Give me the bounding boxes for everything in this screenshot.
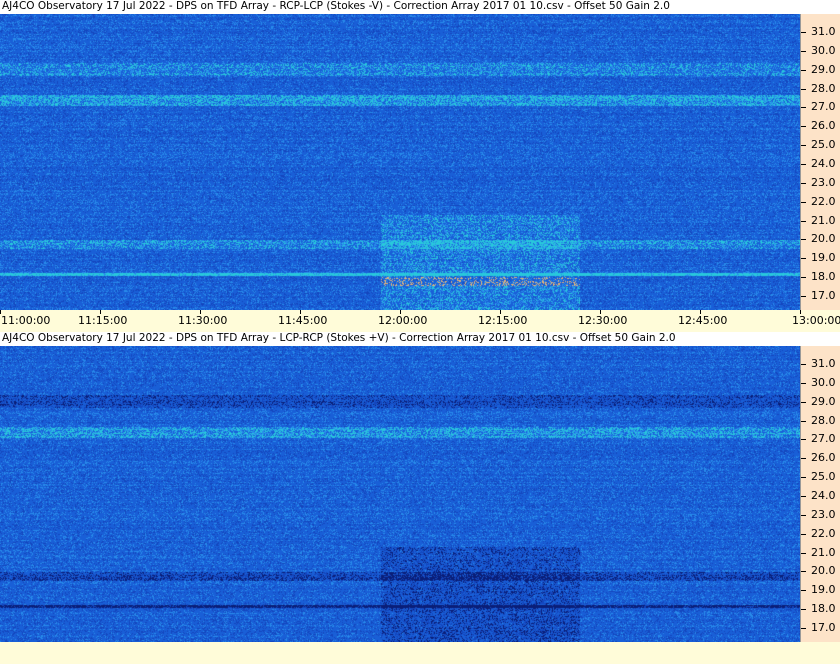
frequency-label: 19.0 bbox=[811, 583, 836, 597]
frequency-tick bbox=[801, 296, 806, 297]
frequency-label: 23.0 bbox=[811, 507, 836, 521]
frequency-tick bbox=[801, 145, 806, 147]
frequency-label: 27.0 bbox=[811, 100, 836, 114]
frequency-tick bbox=[801, 533, 806, 535]
frequency-tick bbox=[801, 258, 806, 260]
frequency-tick bbox=[801, 364, 806, 365]
frequency-tick bbox=[801, 514, 806, 516]
frequency-label: 21.0 bbox=[811, 545, 836, 559]
frequency-tick bbox=[801, 164, 806, 165]
frequency-label: 28.0 bbox=[811, 413, 836, 427]
frequency-axis: 31.0 30.0 29.0 28.0 27.0 26.0 25.0 24.0 23.0 22.0… bbox=[800, 14, 840, 310]
frequency-tick bbox=[801, 220, 806, 222]
frequency-tick bbox=[801, 50, 806, 52]
time-label: 11:30:00 bbox=[178, 314, 228, 327]
time-label: 11:45:00 bbox=[278, 314, 328, 327]
frequency-tick bbox=[801, 401, 806, 403]
frequency-tick bbox=[801, 609, 806, 611]
frequency-label: 29.0 bbox=[811, 62, 836, 76]
time-axis-empty bbox=[0, 642, 840, 664]
frequency-tick bbox=[801, 628, 806, 629]
time-label: 12:45:00 bbox=[678, 314, 728, 327]
panel-title: AJ4CO Observatory 17 Jul 2022 - DPS on T… bbox=[2, 0, 670, 12]
time-label: 11:00:00 bbox=[1, 314, 51, 327]
frequency-label: 24.0 bbox=[811, 489, 836, 502]
frequency-label: 29.0 bbox=[811, 394, 836, 408]
frequency-tick bbox=[801, 201, 806, 203]
frequency-tick bbox=[801, 239, 806, 241]
frequency-tick bbox=[801, 88, 806, 90]
frequency-label: 22.0 bbox=[811, 526, 836, 540]
panel-title: AJ4CO Observatory 17 Jul 2022 - DPS on T… bbox=[2, 332, 676, 344]
frequency-label: 17.0 bbox=[811, 289, 836, 302]
frequency-tick bbox=[801, 382, 806, 384]
frequency-tick bbox=[801, 496, 806, 497]
frequency-tick bbox=[801, 182, 806, 184]
frequency-label: 31.0 bbox=[811, 357, 836, 370]
frequency-tick bbox=[801, 439, 806, 441]
frequency-label: 20.0 bbox=[811, 232, 836, 246]
spectrogram-image bbox=[0, 346, 800, 642]
time-label: 12:00:00 bbox=[378, 314, 428, 327]
frequency-label: 24.0 bbox=[811, 157, 836, 170]
frequency-label: 27.0 bbox=[811, 432, 836, 446]
spectrogram-image bbox=[0, 14, 800, 310]
frequency-label: 25.0 bbox=[811, 138, 836, 152]
frequency-label: 19.0 bbox=[811, 251, 836, 265]
frequency-tick bbox=[801, 420, 806, 422]
frequency-tick bbox=[801, 32, 806, 33]
frequency-tick bbox=[801, 571, 806, 573]
frequency-label: 18.0 bbox=[811, 602, 836, 616]
frequency-label: 23.0 bbox=[811, 175, 836, 189]
time-label: 12:15:00 bbox=[478, 314, 528, 327]
time-label: 12:30:00 bbox=[578, 314, 628, 327]
spectrogram-panel-rcp-lcp: AJ4CO Observatory 17 Jul 2022 - DPS on T… bbox=[0, 0, 840, 336]
frequency-label: 26.0 bbox=[811, 451, 836, 465]
frequency-tick bbox=[801, 458, 806, 460]
frequency-label: 17.0 bbox=[811, 621, 836, 634]
frequency-label: 26.0 bbox=[811, 119, 836, 133]
frequency-label: 25.0 bbox=[811, 470, 836, 484]
time-label: 13:00:00 bbox=[792, 314, 840, 327]
frequency-label: 28.0 bbox=[811, 81, 836, 95]
frequency-label: 20.0 bbox=[811, 564, 836, 578]
frequency-tick bbox=[801, 107, 806, 109]
frequency-tick bbox=[801, 277, 806, 279]
frequency-label: 22.0 bbox=[811, 194, 836, 208]
frequency-axis: 31.0 30.0 29.0 28.0 27.0 26.0 25.0 24.0 23.0 22.0… bbox=[800, 346, 840, 642]
spectrogram-panel-lcp-rcp: AJ4CO Observatory 17 Jul 2022 - DPS on T… bbox=[0, 332, 840, 664]
frequency-label: 21.0 bbox=[811, 213, 836, 227]
frequency-tick bbox=[801, 552, 806, 554]
frequency-tick bbox=[801, 590, 806, 592]
time-axis: 11:00:00 11:15:00 11:30:00 11:45:00 12:00:00… bbox=[0, 310, 840, 332]
frequency-label: 18.0 bbox=[811, 270, 836, 284]
frequency-tick bbox=[801, 126, 806, 128]
frequency-tick bbox=[801, 477, 806, 479]
frequency-label: 30.0 bbox=[811, 43, 836, 57]
frequency-tick bbox=[801, 69, 806, 71]
frequency-label: 31.0 bbox=[811, 25, 836, 38]
time-label: 11:15:00 bbox=[78, 314, 128, 327]
frequency-label: 30.0 bbox=[811, 375, 836, 389]
